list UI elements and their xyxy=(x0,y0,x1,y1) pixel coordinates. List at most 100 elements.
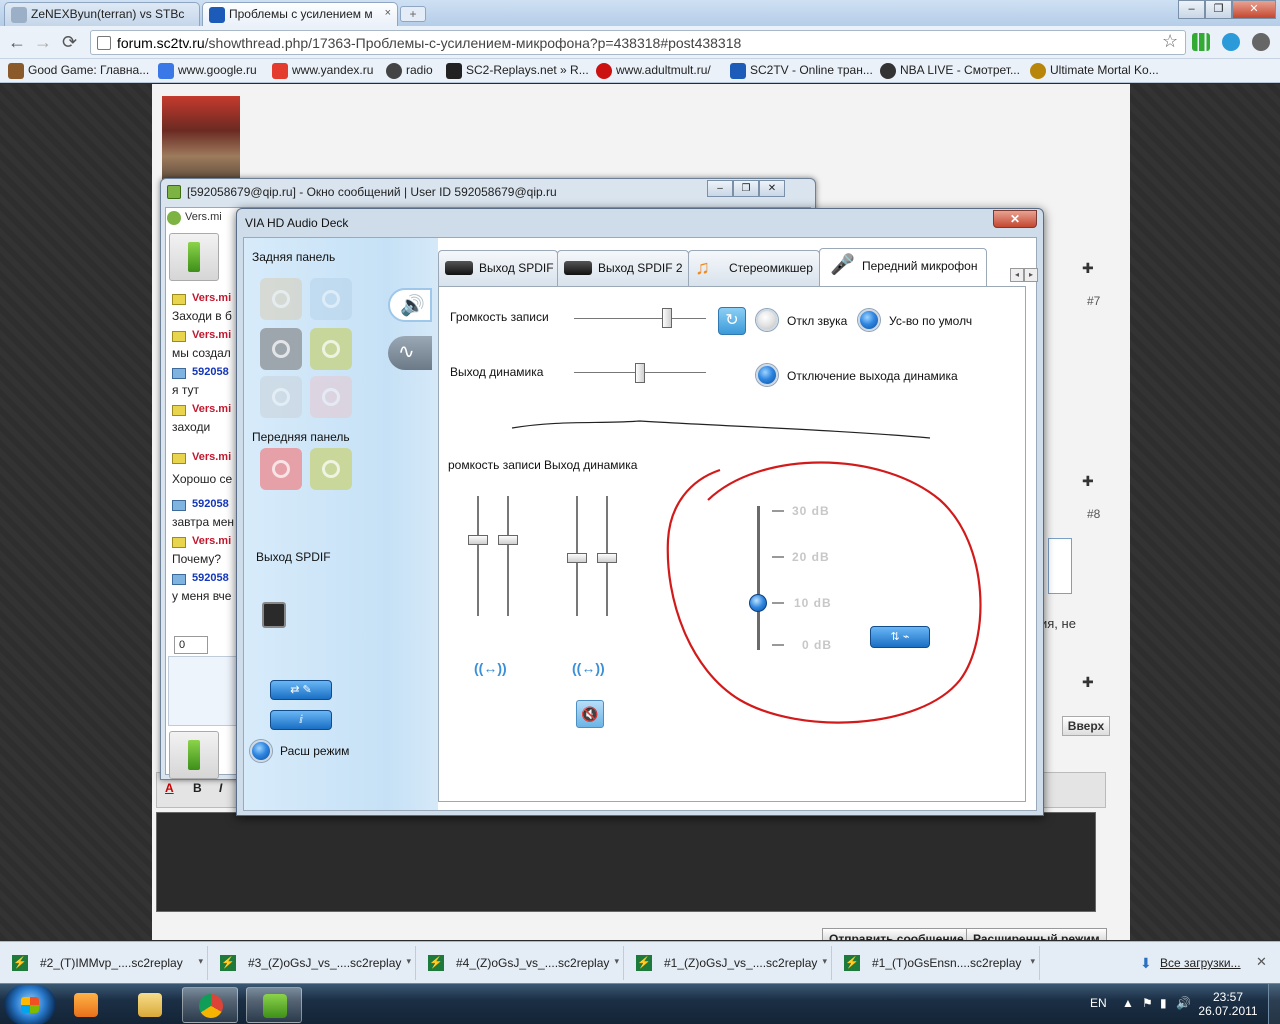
record-right-slider[interactable] xyxy=(498,535,518,545)
record-channel-link-icon[interactable]: ((↔)) xyxy=(474,660,507,676)
default-device-radio[interactable] xyxy=(858,309,880,331)
post-number[interactable]: #7 xyxy=(1087,294,1100,308)
multi-quote-icon[interactable]: ✚ xyxy=(1082,674,1094,691)
message-input[interactable] xyxy=(168,656,238,726)
rear-jack[interactable] xyxy=(260,376,302,418)
contact-tab[interactable]: Vers.mi xyxy=(167,211,222,225)
front-headphone-jack[interactable] xyxy=(260,448,302,490)
chevron-down-icon[interactable]: ▾ xyxy=(1030,956,1035,967)
language-indicator[interactable]: EN xyxy=(1090,996,1107,1010)
scroll-right-button[interactable]: ▸ xyxy=(1024,268,1038,282)
multi-quote-icon[interactable]: ✚ xyxy=(1082,473,1094,490)
bookmark-google[interactable]: www.google.ru xyxy=(158,63,257,79)
wrench-icon[interactable] xyxy=(1252,33,1270,51)
bookmark-nba[interactable]: NBA LIVE - Смотрет... xyxy=(880,63,1020,79)
minimize-button[interactable]: – xyxy=(707,180,733,197)
taskbar-chrome[interactable] xyxy=(182,987,238,1023)
tab-spdif-out-2[interactable]: Выход SPDIF 2 xyxy=(557,250,689,286)
forward-button[interactable]: → xyxy=(34,33,52,51)
address-bar[interactable]: forum.sc2tv.ru/showthread.php/17363-Проб… xyxy=(90,30,1186,55)
speaker-channel-link-icon[interactable]: ((↔)) xyxy=(572,660,605,676)
record-left-slider[interactable] xyxy=(468,535,488,545)
mic-boost-settings-button[interactable]: ⇅ ⌁ xyxy=(870,626,930,648)
bookmark-sc2replays[interactable]: SC2-Replays.net » R... xyxy=(446,63,589,79)
advanced-mode-button[interactable]: Расширенный режим xyxy=(966,928,1107,940)
speaker-mode-button[interactable]: 🔊 xyxy=(388,288,432,322)
close-icon[interactable]: ✕ xyxy=(1256,954,1267,970)
info-button[interactable]: ⅈ xyxy=(270,710,332,730)
close-button[interactable]: ✕ xyxy=(1232,0,1276,19)
scroll-left-button[interactable]: ◂ xyxy=(1010,268,1024,282)
all-downloads-link[interactable]: ⬇ Все загрузки... xyxy=(1140,955,1241,971)
signal-extension-icon[interactable] xyxy=(1192,33,1210,51)
tab-forum[interactable]: Проблемы с усилением м × xyxy=(202,2,398,26)
chevron-down-icon[interactable]: ▾ xyxy=(406,956,411,967)
restore-button[interactable]: ❐ xyxy=(1205,0,1232,19)
download-item[interactable]: ⚡ #2_(T)IMMvp_....sc2replay ▾ xyxy=(2,946,208,980)
chevron-down-icon[interactable]: ▾ xyxy=(198,956,203,967)
chevron-down-icon[interactable]: ▾ xyxy=(822,956,827,967)
tab-spdif-out[interactable]: Выход SPDIF xyxy=(438,250,558,286)
close-button[interactable]: ✕ xyxy=(759,180,785,197)
advanced-mode-radio[interactable] xyxy=(250,740,272,762)
network-icon[interactable]: ▮ xyxy=(1160,996,1167,1010)
taskbar-media-player[interactable] xyxy=(58,987,114,1023)
spdif-port-icon[interactable] xyxy=(262,602,286,628)
bookmark-mortal-kombat[interactable]: Ultimate Mortal Ko... xyxy=(1030,63,1159,79)
download-item[interactable]: ⚡ #4_(Z)oGsJ_vs_....sc2replay ▾ xyxy=(418,946,624,980)
bold-icon[interactable]: B xyxy=(193,781,202,795)
skype-extension-icon[interactable] xyxy=(1222,33,1240,51)
refresh-button[interactable]: ↻ xyxy=(718,307,746,335)
rear-jack[interactable] xyxy=(260,328,302,370)
speaker-mute-icon[interactable]: 🔇 xyxy=(576,700,604,728)
waveform-mode-button[interactable]: ∿ xyxy=(388,336,432,370)
tab-front-mic[interactable]: 🎤 Передний микрофон xyxy=(819,248,987,286)
message-editor[interactable] xyxy=(156,812,1096,912)
action-center-icon[interactable]: ⚑ xyxy=(1142,996,1153,1010)
mic-boost-slider[interactable] xyxy=(749,594,767,612)
show-desktop-button[interactable] xyxy=(1268,984,1280,1024)
close-icon[interactable]: × xyxy=(385,7,391,19)
settings-tools-button[interactable]: ⇄ ✎ xyxy=(270,680,332,700)
bookmark-radio[interactable]: radio xyxy=(386,63,433,79)
close-button[interactable]: ✕ xyxy=(993,210,1037,228)
rear-jack[interactable] xyxy=(310,376,352,418)
speaker-right-slider[interactable] xyxy=(597,553,617,563)
post-number[interactable]: #8 xyxy=(1087,507,1100,521)
tray-expand-icon[interactable]: ▲ xyxy=(1122,996,1134,1010)
new-tab-button[interactable]: + xyxy=(400,6,426,22)
restore-button[interactable]: ❐ xyxy=(733,180,759,197)
bookmark-goodgame[interactable]: Good Game: Главна... xyxy=(8,63,149,79)
tab-zenexbyun[interactable]: ZeNEXByun(terran) vs STBc xyxy=(4,2,200,26)
bookmark-adultmult[interactable]: www.adultmult.ru/ xyxy=(596,63,711,79)
bookmark-sc2tv[interactable]: SC2TV - Online тран... xyxy=(730,63,873,79)
mute-radio[interactable] xyxy=(756,309,778,331)
record-volume-slider[interactable] xyxy=(661,308,672,328)
italic-icon[interactable]: I xyxy=(219,781,222,795)
minimize-button[interactable]: – xyxy=(1178,0,1205,19)
bookmark-star-icon[interactable]: ☆ xyxy=(1162,31,1178,52)
scroll-top-button[interactable]: Вверх xyxy=(1062,716,1110,736)
chevron-down-icon[interactable]: ▾ xyxy=(614,956,619,967)
back-button[interactable]: ← xyxy=(8,33,26,51)
clock[interactable]: 23:57 26.07.2011 xyxy=(1196,990,1260,1018)
bookmark-yandex[interactable]: www.yandex.ru xyxy=(272,63,373,79)
speaker-left-slider[interactable] xyxy=(567,553,587,563)
rear-jack[interactable] xyxy=(310,328,352,370)
download-item[interactable]: ⚡ #1_(T)oGsEnsn....sc2replay ▾ xyxy=(834,946,1040,980)
download-item[interactable]: ⚡ #1_(Z)oGsJ_vs_....sc2replay ▾ xyxy=(626,946,832,980)
tab-stereo-mixer[interactable]: ♫ Стереомикшер xyxy=(688,250,820,286)
speaker-out-off-radio[interactable] xyxy=(756,364,778,386)
rear-jack[interactable] xyxy=(310,278,352,320)
download-item[interactable]: ⚡ #3_(Z)oGsJ_vs_....sc2replay ▾ xyxy=(210,946,416,980)
taskbar-qip[interactable] xyxy=(246,987,302,1023)
start-button[interactable] xyxy=(4,985,56,1024)
font-color-icon[interactable]: A xyxy=(165,781,174,795)
send-message-button[interactable]: Отправить сообщение xyxy=(822,928,971,940)
volume-icon[interactable]: 🔊 xyxy=(1176,996,1191,1010)
front-mic-jack[interactable] xyxy=(310,448,352,490)
multi-quote-icon[interactable]: ✚ xyxy=(1082,260,1094,277)
reload-button[interactable]: ⟳ xyxy=(62,33,77,51)
speaker-out-slider[interactable] xyxy=(635,363,645,383)
taskbar-explorer[interactable] xyxy=(122,987,178,1023)
